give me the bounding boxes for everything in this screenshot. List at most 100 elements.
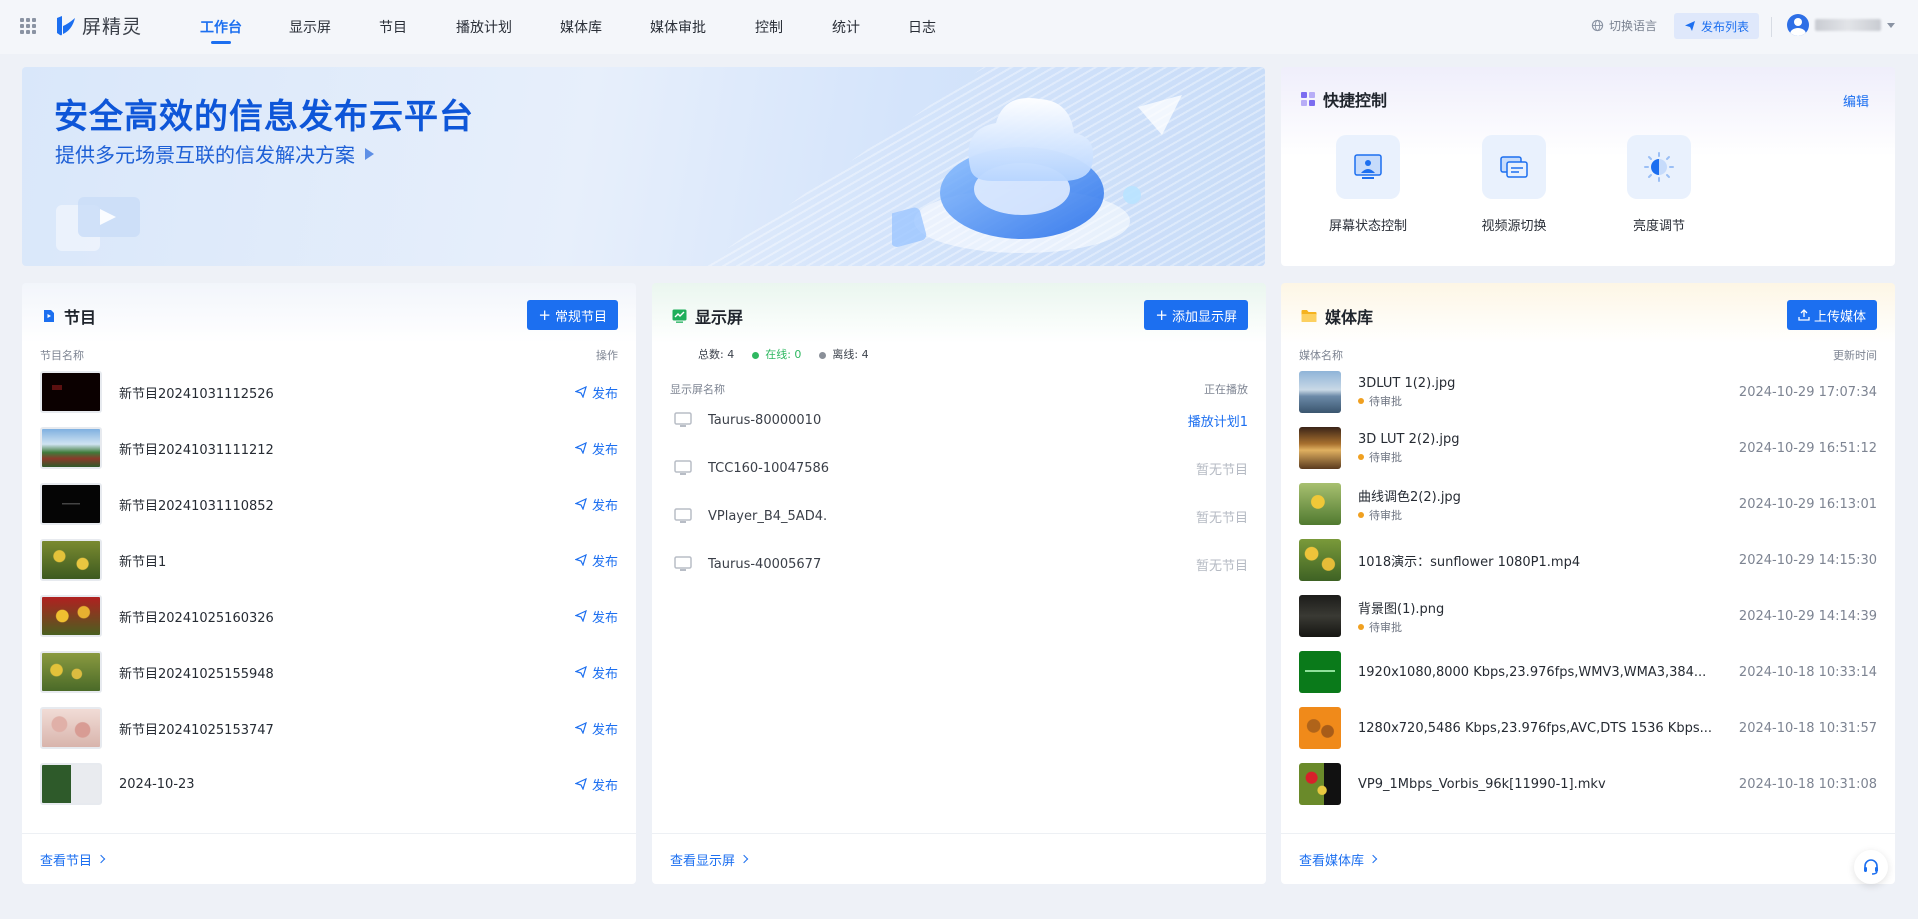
brand[interactable]: 屏精灵 (54, 12, 142, 39)
publish-button[interactable]: 发布 (574, 383, 618, 402)
chevron-right-icon (1368, 854, 1378, 864)
media-status-text: 待审批 (1369, 394, 1402, 408)
media-thumbnail (1299, 595, 1341, 637)
media-text: 曲线调色2(2).jpg 待审批 (1358, 486, 1461, 523)
nav-play-plan[interactable]: 播放计划 (456, 0, 512, 54)
user-name-redacted (1815, 19, 1881, 31)
upload-media-button[interactable]: 上传媒体 (1786, 300, 1877, 330)
media-panel: 媒体库 上传媒体 媒体名称 更新时间 3DLUT 1(2).jpg 待审批 20… (1281, 283, 1895, 884)
publish-list-button[interactable]: 发布列表 (1674, 13, 1760, 39)
publish-label: 发布 (591, 610, 618, 626)
banner-subtitle[interactable]: 提供多元场景互联的信发解决方案 (55, 139, 374, 168)
nav-logs[interactable]: 日志 (908, 0, 936, 54)
upload-media-label: 上传媒体 (1813, 309, 1866, 325)
screen-row[interactable]: TCC160-10047586 暂无节目 (670, 453, 1248, 483)
switch-language-button[interactable]: 切换语言 (1591, 17, 1657, 34)
program-row[interactable]: 新节目20241031112526 发布 (40, 369, 618, 415)
media-time: 2024-10-29 16:13:01 (1738, 496, 1877, 512)
nav-screens[interactable]: 显示屏 (289, 0, 331, 54)
folder-icon (1301, 310, 1317, 322)
publish-label: 发布 (591, 498, 618, 514)
nav-control[interactable]: 控制 (755, 0, 783, 54)
media-row[interactable]: VP9_1Mbps_Vorbis_96k[11990-1].mkv 2024-1… (1299, 761, 1877, 807)
nav-media-library[interactable]: 媒体库 (560, 0, 602, 54)
programs-table-header: 节目名称 操作 (40, 347, 618, 363)
publish-button[interactable]: 发布 (574, 607, 618, 626)
pending-dot-icon (1358, 511, 1364, 518)
nav-workbench[interactable]: 工作台 (200, 0, 242, 54)
media-row[interactable]: 1920x1080,8000 Kbps,23.976fps,WMV3,WMA3,… (1299, 649, 1877, 695)
chevron-right-icon (96, 854, 106, 864)
media-row[interactable]: 1018演示：sunflower 1080P1.mp4 2024-10-29 1… (1299, 537, 1877, 583)
view-media-label: 查看媒体库 (1299, 853, 1365, 869)
quick-edit-link[interactable]: 编辑 (1843, 91, 1869, 110)
media-row[interactable]: 曲线调色2(2).jpg 待审批 2024-10-29 16:13:01 (1299, 481, 1877, 527)
screen-row[interactable]: Taurus-40005677 暂无节目 (670, 549, 1248, 579)
media-row[interactable]: 背景图(1).png 待审批 2024-10-29 14:14:39 (1299, 593, 1877, 639)
program-name: 新节目20241031110852 (119, 498, 274, 514)
screen-stats: 总数: 4 在线: 0 离线: 4 (698, 346, 869, 362)
publish-label: 发布 (591, 778, 618, 794)
program-row[interactable]: 新节目20241025155948 发布 (40, 649, 618, 695)
program-row[interactable]: 新节目20241031110852 发布 (40, 481, 618, 527)
media-footer: 查看媒体库 (1281, 833, 1895, 884)
program-thumbnail (40, 427, 102, 469)
view-media-link[interactable]: 查看媒体库 (1299, 850, 1378, 869)
media-text: 1920x1080,8000 Kbps,23.976fps,WMV3,WMA3,… (1358, 665, 1706, 680)
media-title-text: 媒体库 (1325, 308, 1374, 327)
publish-list-label: 发布列表 (1701, 19, 1750, 34)
quick-brightness-label: 亮度调节 (1632, 219, 1685, 234)
online-dot-icon (752, 351, 760, 359)
quick-screen-status[interactable]: 屏幕状态控制 (1308, 135, 1428, 234)
screen-total: 总数: 4 (698, 348, 735, 361)
program-row[interactable]: 新节目20241031111212 发布 (40, 425, 618, 471)
media-title: 媒体库 (1301, 304, 1373, 328)
publish-button[interactable]: 发布 (574, 495, 618, 514)
screen-row[interactable]: VPlayer_B4_5AD4. 暂无节目 (670, 501, 1248, 531)
screen-offline-text: 离线: 4 (832, 348, 869, 361)
user-menu[interactable] (1787, 14, 1895, 36)
publish-button[interactable]: 发布 (574, 719, 618, 738)
publish-button[interactable]: 发布 (574, 551, 618, 570)
screen-status-icon (1354, 154, 1382, 179)
quick-control-title-text: 快捷控制 (1323, 91, 1388, 110)
screen-row[interactable]: Taurus-80000010 播放计划1 (670, 405, 1248, 435)
media-row[interactable]: 3DLUT 1(2).jpg 待审批 2024-10-29 17:07:34 (1299, 369, 1877, 415)
screen-name: TCC160-10047586 (708, 460, 830, 476)
program-row[interactable]: 新节目20241025153747 发布 (40, 705, 618, 751)
add-regular-program-button[interactable]: + 常规节目 (527, 300, 618, 330)
media-status: 待审批 (1358, 507, 1461, 523)
chevron-right-icon (739, 854, 749, 864)
media-row[interactable]: 3D LUT 2(2).jpg 待审批 2024-10-29 16:51:12 (1299, 425, 1877, 471)
media-status: 待审批 (1358, 449, 1460, 465)
video-source-icon (1500, 156, 1528, 178)
screen-playing-link[interactable]: 播放计划1 (1188, 411, 1248, 430)
pending-dot-icon (1358, 453, 1364, 460)
media-row[interactable]: 1280x720,5486 Kbps,23.976fps,AVC,DTS 153… (1299, 705, 1877, 751)
program-row[interactable]: 新节目20241025160326 发布 (40, 593, 618, 639)
media-time: 2024-10-18 10:33:14 (1738, 664, 1877, 680)
publish-button[interactable]: 发布 (574, 775, 618, 794)
quick-brightness[interactable]: 亮度调节 (1599, 135, 1719, 234)
publish-label: 发布 (591, 666, 618, 682)
program-row[interactable]: 2024-10-23 发布 (40, 761, 618, 807)
program-thumbnail (40, 651, 102, 693)
media-text: 3D LUT 2(2).jpg 待审批 (1358, 432, 1460, 465)
add-screen-button[interactable]: + 添加显示屏 (1144, 300, 1248, 330)
nav-media-approval[interactable]: 媒体审批 (650, 0, 706, 54)
view-programs-link[interactable]: 查看节目 (40, 850, 106, 869)
publish-button[interactable]: 发布 (574, 439, 618, 458)
nav-programs[interactable]: 节目 (379, 0, 407, 54)
col-playing: 正在播放 (1204, 383, 1248, 396)
nav-statistics[interactable]: 统计 (832, 0, 860, 54)
media-text: 1280x720,5486 Kbps,23.976fps,AVC,DTS 153… (1358, 721, 1712, 736)
quick-video-source[interactable]: 视频源切换 (1454, 135, 1574, 234)
app-grid-icon[interactable] (20, 18, 36, 34)
programs-footer: 查看节目 (22, 833, 636, 884)
program-thumbnail (40, 595, 102, 637)
media-name: 3DLUT 1(2).jpg (1358, 375, 1456, 391)
customer-service-button[interactable] (1854, 850, 1888, 884)
publish-button[interactable]: 发布 (574, 663, 618, 682)
view-screens-link[interactable]: 查看显示屏 (670, 850, 749, 869)
program-row[interactable]: 新节目1 发布 (40, 537, 618, 583)
